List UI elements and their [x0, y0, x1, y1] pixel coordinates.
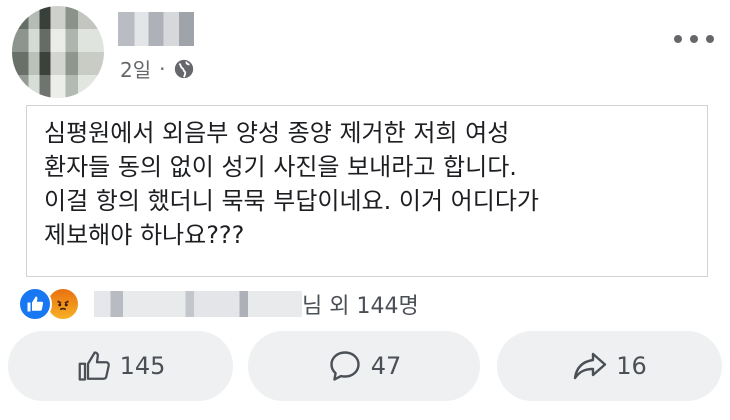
comment-icon	[330, 351, 360, 381]
share-count: 16	[616, 352, 647, 380]
like-button[interactable]: 145	[8, 331, 233, 401]
author-name[interactable]: ████	[118, 12, 194, 46]
post-line: 이걸 항의 했더니 묵묵 부답이네요. 이거 어디다가	[44, 187, 540, 215]
author-avatar[interactable]	[12, 6, 104, 98]
thumbs-up-icon	[78, 351, 110, 381]
share-icon	[574, 352, 607, 380]
more-options-icon[interactable]	[674, 24, 714, 54]
post-timestamp[interactable]: 2일	[120, 54, 151, 83]
like-count: 145	[119, 352, 166, 380]
post-line: 환자들 동의 없이 성기 사진을 보내라고 합니다.	[44, 153, 517, 181]
post-body: 심평원에서 외음부 양성 종양 제거한 저희 여성 환자들 동의 없이 성기 사…	[44, 116, 694, 252]
comment-count: 47	[370, 352, 402, 380]
like-icon	[18, 287, 52, 321]
post-line: 제보해야 하나요???	[44, 221, 245, 249]
post-meta: 2일 ·	[120, 54, 195, 83]
meta-separator: ·	[159, 56, 166, 81]
reactions-row[interactable]: ████ ████ ███ 님 외 144명	[18, 287, 419, 321]
reactor-names-blurred[interactable]: ████ ████ ███	[94, 291, 302, 317]
share-button[interactable]: 16	[497, 331, 722, 401]
globe-icon	[175, 59, 194, 78]
post-line: 심평원에서 외음부 양성 종양 제거한 저희 여성	[44, 119, 510, 147]
comment-button[interactable]: 47	[248, 331, 480, 401]
reaction-summary[interactable]: 님 외 144명	[302, 288, 419, 320]
